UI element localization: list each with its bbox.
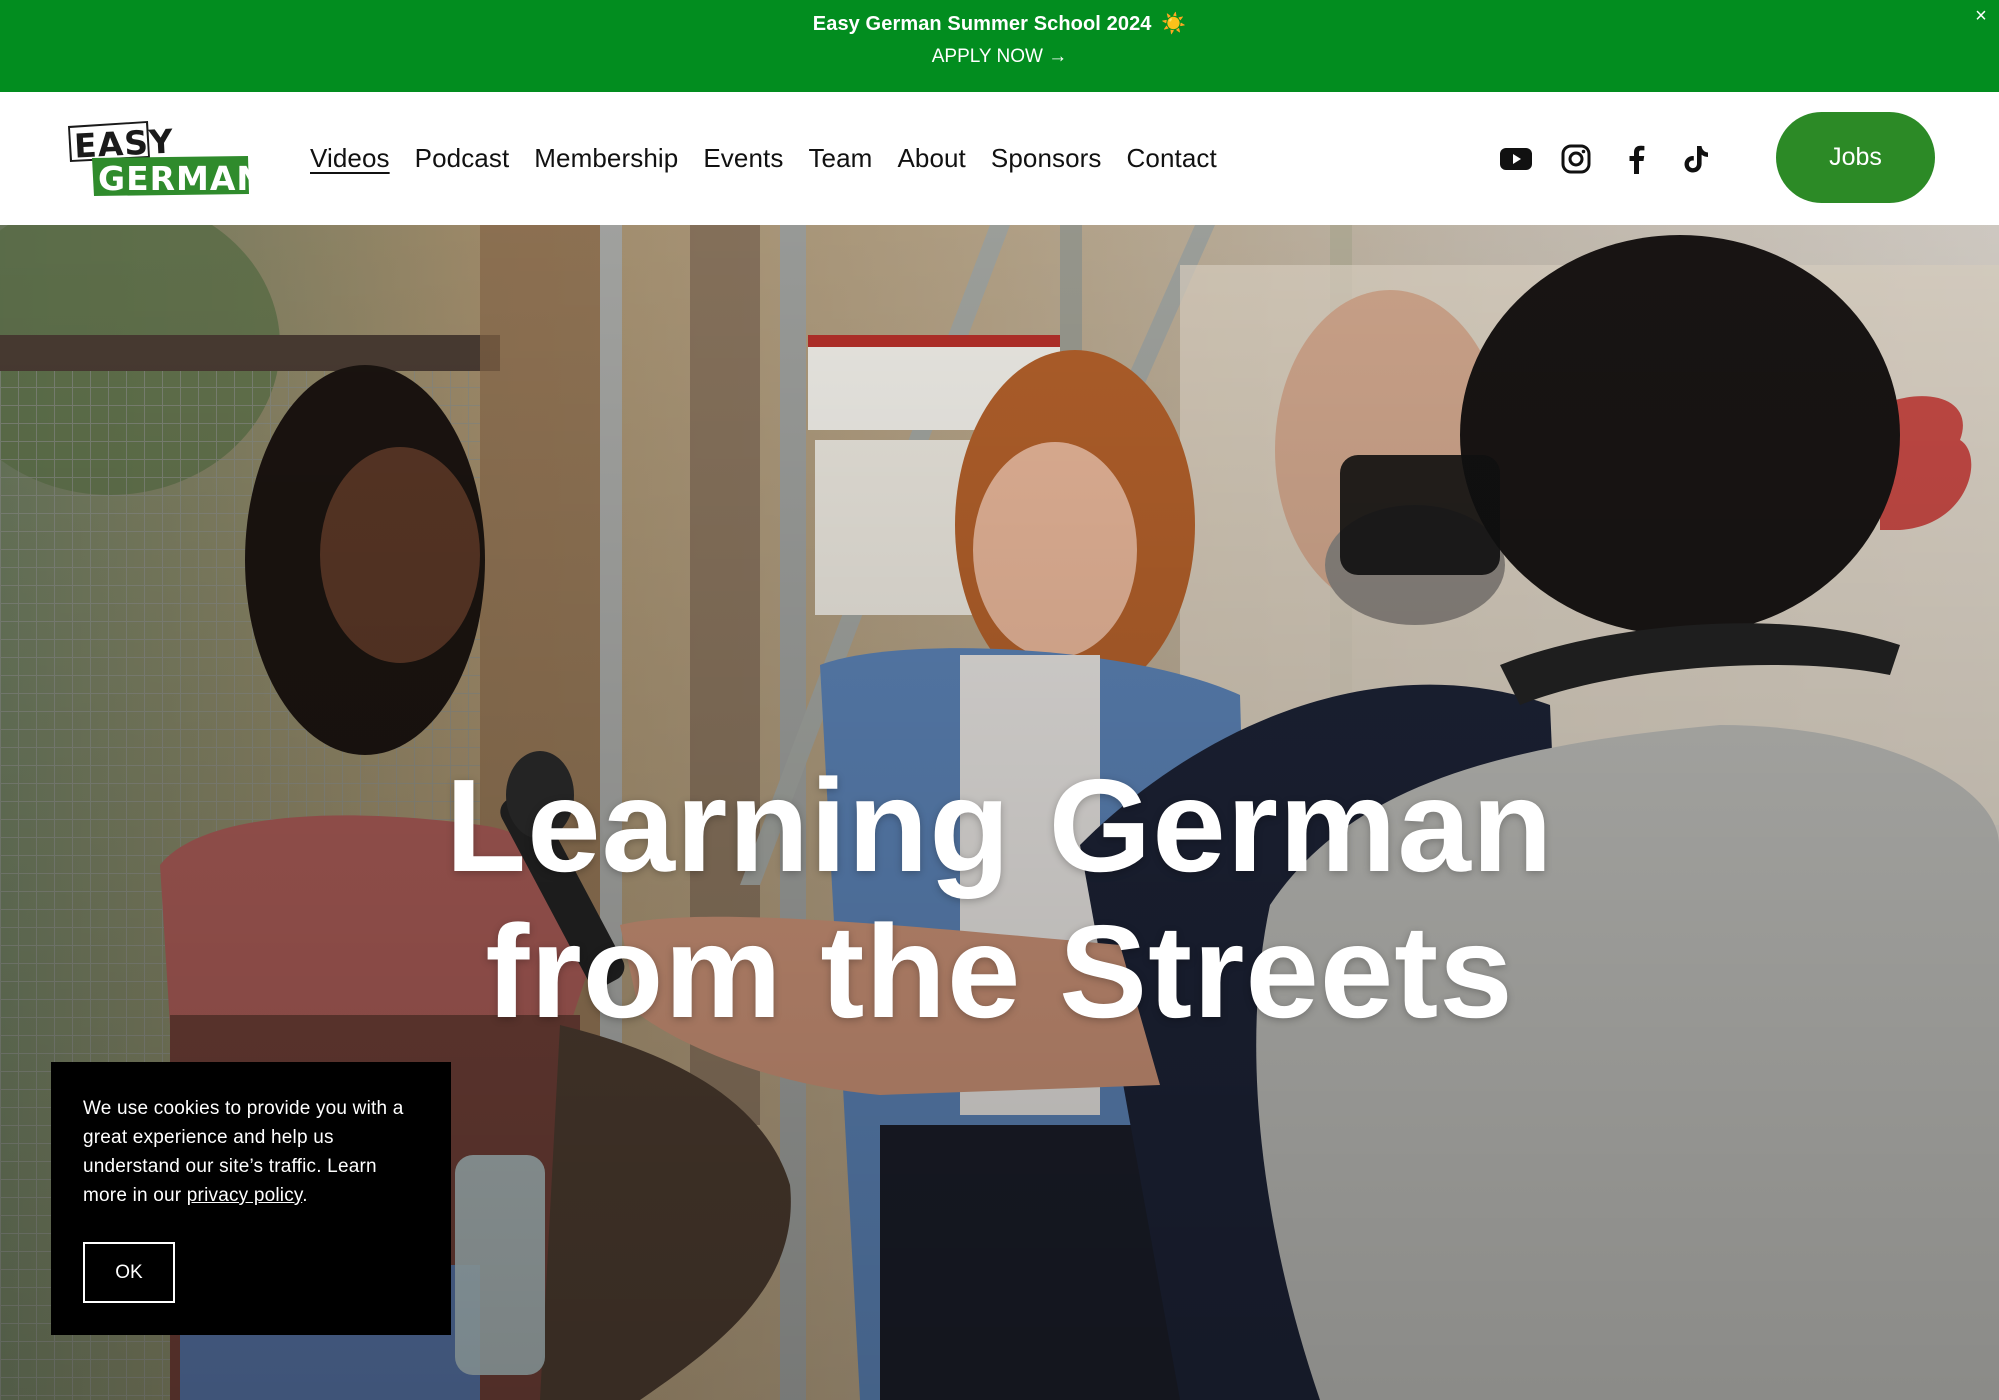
instagram-icon[interactable] (1560, 143, 1592, 175)
jobs-button[interactable]: Jobs (1776, 112, 1935, 203)
tiktok-icon[interactable] (1680, 143, 1712, 175)
main-nav: Videos Podcast Membership Events Team Ab… (310, 92, 1242, 225)
nav-team[interactable]: Team (808, 143, 872, 174)
hero-title: Learning German from the Streets (0, 753, 1999, 1045)
nav-podcast[interactable]: Podcast (415, 143, 510, 174)
cookie-text-suffix: . (302, 1185, 308, 1206)
nav-sponsors[interactable]: Sponsors (991, 143, 1102, 174)
svg-text:GERMAN: GERMAN (98, 159, 250, 198)
nav-contact[interactable]: Contact (1127, 143, 1217, 174)
apply-now-link[interactable]: APPLY NOW → (0, 46, 1999, 68)
cookie-text: We use cookies to provide you with a gre… (83, 1094, 419, 1210)
announcement-bar: Easy German Summer School 2024 ☀️ APPLY … (0, 0, 1999, 92)
nav-membership[interactable]: Membership (534, 143, 678, 174)
site-header: EASY GERMAN Videos Podcast Membership Ev… (0, 92, 1999, 225)
cookie-banner: We use cookies to provide you with a gre… (51, 1062, 451, 1335)
nav-events[interactable]: Events (703, 143, 783, 174)
cookie-ok-button[interactable]: OK (83, 1242, 175, 1303)
sun-icon: ☀️ (1161, 13, 1187, 35)
hero-title-line2: from the Streets (485, 898, 1514, 1046)
youtube-icon[interactable] (1500, 143, 1532, 175)
close-icon[interactable]: × (1969, 4, 1993, 28)
easy-german-logo[interactable]: EASY GERMAN (66, 120, 264, 198)
nav-about[interactable]: About (897, 143, 965, 174)
nav-videos[interactable]: Videos (310, 143, 390, 174)
social-links (1500, 92, 1712, 225)
announcement-title-text: Easy German Summer School 2024 (812, 13, 1152, 35)
facebook-icon[interactable] (1620, 143, 1652, 175)
announcement-title: Easy German Summer School 2024 ☀️ (0, 11, 1999, 36)
hero-title-line1: Learning German (445, 752, 1554, 900)
privacy-policy-link[interactable]: privacy policy (187, 1185, 302, 1206)
